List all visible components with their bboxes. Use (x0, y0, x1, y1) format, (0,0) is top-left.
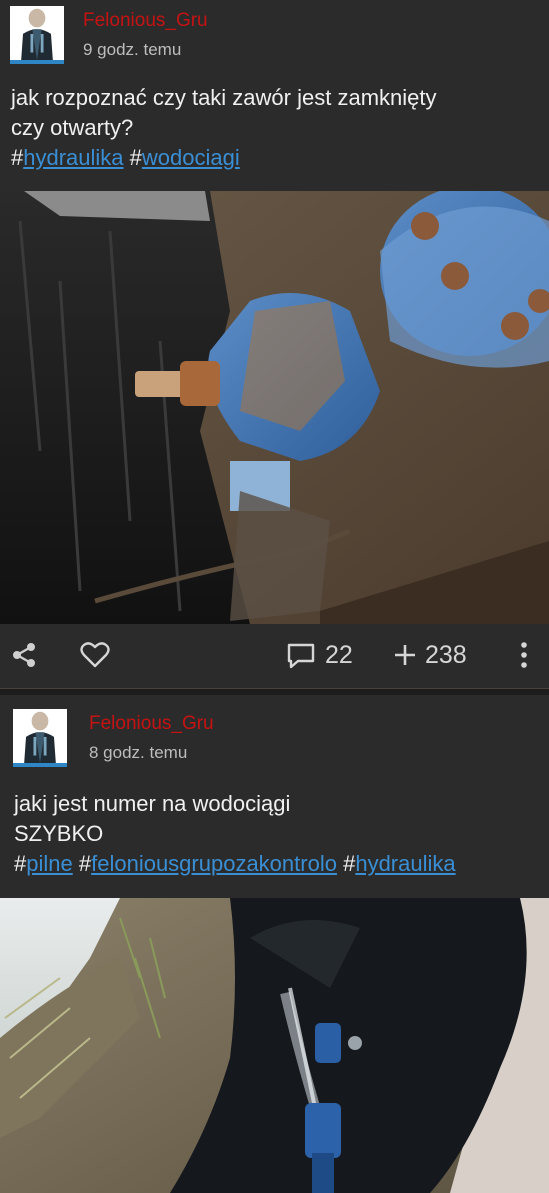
post-text-line: jaki jest numer na wodociągi (14, 791, 291, 816)
tag-link-feloniousgrupozakontrolo[interactable]: feloniousgrupozakontrolo (91, 851, 337, 876)
post-tags: #pilne #feloniousgrupozakontrolo #hydrau… (14, 849, 456, 879)
tag-link-pilne[interactable]: pilne (26, 851, 72, 876)
post-card: Felonious_Gru 8 godz. temu jaki jest num… (0, 695, 549, 1193)
vote-button[interactable]: 238 (393, 624, 467, 686)
avatar-image (11, 6, 63, 60)
hash-symbol: # (78, 851, 92, 876)
hash-symbol: # (129, 145, 142, 170)
post-text-line: SZYBKO (14, 821, 104, 846)
post-image[interactable] (0, 191, 549, 624)
more-options-button[interactable] (518, 624, 530, 686)
post-text-line: jak rozpoznać czy taki zawór jest zamkni… (11, 85, 437, 110)
leaking-pipe-photo (0, 898, 549, 1193)
post-author[interactable]: Felonious_Gru (89, 713, 214, 735)
post-text: jak rozpoznać czy taki zawór jest zamkni… (11, 83, 541, 143)
comment-icon (287, 643, 315, 669)
comments-button[interactable]: 22 (286, 624, 353, 686)
hash-symbol: # (14, 851, 27, 876)
post-text-line: czy otwarty? (11, 115, 134, 140)
post-time: 8 godz. temu (89, 743, 188, 762)
pipe-valve-photo (0, 191, 549, 624)
share-icon (13, 643, 35, 667)
like-button[interactable] (80, 624, 110, 686)
post-card: Felonious_Gru 9 godz. temu jak rozpoznać… (0, 0, 549, 688)
post-text: jaki jest numer na wodociągi SZYBKO (14, 789, 544, 849)
share-button[interactable] (10, 624, 38, 686)
plus-icon (395, 645, 415, 665)
post-divider (0, 688, 549, 695)
avatar-image (14, 709, 66, 763)
comments-count: 22 (325, 640, 353, 669)
post-tags: #hydraulika #wodociagi (11, 143, 240, 173)
tag-link-hydraulika[interactable]: hydraulika (355, 851, 455, 876)
avatar[interactable] (10, 6, 64, 64)
more-vertical-icon (521, 642, 527, 668)
tag-link-wodociagi[interactable]: wodociagi (142, 145, 240, 170)
post-image[interactable] (0, 898, 549, 1193)
hash-symbol: # (343, 851, 356, 876)
post-actions-bar: 22 238 (0, 624, 549, 686)
tag-link-hydraulika[interactable]: hydraulika (23, 145, 123, 170)
hash-symbol: # (11, 145, 24, 170)
post-author[interactable]: Felonious_Gru (83, 10, 208, 32)
post-time: 9 godz. temu (83, 40, 182, 59)
heart-icon (80, 642, 110, 668)
avatar[interactable] (13, 709, 67, 767)
votes-count: 238 (425, 640, 467, 669)
